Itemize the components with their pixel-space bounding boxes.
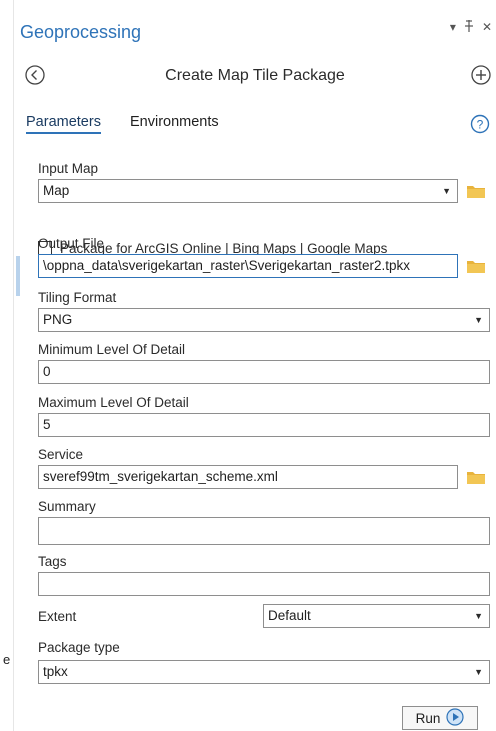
left-edge-strip: e bbox=[0, 0, 14, 731]
input-map-label: Input Map bbox=[38, 161, 99, 176]
package-type-select[interactable]: tpkx ▼ bbox=[38, 660, 490, 684]
pane-title: Geoprocessing bbox=[20, 22, 142, 42]
add-icon[interactable] bbox=[470, 64, 492, 86]
tab-parameters[interactable]: Parameters bbox=[26, 114, 101, 134]
output-file-input[interactable]: \oppna_data\sverigekartan_raster\Sverige… bbox=[38, 254, 458, 278]
extent-select[interactable]: Default ▼ bbox=[263, 604, 490, 628]
min-lod-label: Minimum Level Of Detail bbox=[38, 342, 186, 357]
run-button[interactable]: Run bbox=[402, 706, 478, 730]
extent-label: Extent bbox=[38, 609, 77, 624]
input-map-value: Map bbox=[43, 183, 70, 198]
package-type-label: Package type bbox=[38, 640, 120, 655]
focus-marker bbox=[16, 256, 20, 296]
pane-menu-icon[interactable]: ▾ bbox=[450, 20, 456, 35]
max-lod-value: 5 bbox=[43, 417, 51, 432]
min-lod-input[interactable]: 0 bbox=[38, 360, 490, 384]
pin-icon[interactable] bbox=[464, 20, 474, 35]
close-icon[interactable]: ✕ bbox=[482, 20, 492, 35]
summary-input[interactable] bbox=[38, 517, 490, 545]
tags-input[interactable] bbox=[38, 572, 490, 596]
tool-tabs: Parameters Environments ? bbox=[14, 108, 496, 140]
package-type-value: tpkx bbox=[43, 664, 68, 679]
tiling-format-label: Tiling Format bbox=[38, 290, 117, 305]
max-lod-input[interactable]: 5 bbox=[38, 413, 490, 437]
chevron-down-icon: ▼ bbox=[442, 186, 451, 196]
folder-icon[interactable] bbox=[466, 469, 486, 485]
left-clipped-text: e bbox=[3, 652, 11, 667]
chevron-down-icon: ▼ bbox=[474, 611, 483, 621]
svg-text:?: ? bbox=[477, 118, 484, 132]
tab-environments[interactable]: Environments bbox=[130, 114, 219, 130]
help-icon[interactable]: ? bbox=[470, 114, 490, 134]
run-label: Run bbox=[415, 710, 441, 726]
run-play-icon bbox=[446, 707, 464, 729]
tags-label: Tags bbox=[38, 554, 67, 569]
pane-header: Geoprocessing ▾ ✕ bbox=[14, 10, 496, 46]
extent-value: Default bbox=[268, 608, 311, 623]
tiling-format-select[interactable]: PNG ▼ bbox=[38, 308, 490, 332]
tool-title: Create Map Tile Package bbox=[165, 67, 345, 84]
service-label: Service bbox=[38, 447, 84, 462]
pane-controls: ▾ ✕ bbox=[450, 20, 492, 35]
input-map-select[interactable]: Map ▼ bbox=[38, 179, 458, 203]
max-lod-label: Maximum Level Of Detail bbox=[38, 395, 189, 410]
chevron-down-icon: ▼ bbox=[474, 315, 483, 325]
tiling-format-value: PNG bbox=[43, 312, 73, 327]
output-file-value: \oppna_data\sverigekartan_raster\Sverige… bbox=[43, 258, 410, 273]
chevron-down-icon: ▼ bbox=[474, 667, 483, 677]
service-input[interactable]: sveref99tm_sverigekartan_scheme.xml bbox=[38, 465, 458, 489]
geoprocessing-pane: e Geoprocessing ▾ ✕ Create Map Tile Pack… bbox=[0, 0, 496, 731]
tool-header: Create Map Tile Package bbox=[14, 60, 496, 92]
service-value: sveref99tm_sverigekartan_scheme.xml bbox=[43, 469, 278, 484]
min-lod-value: 0 bbox=[43, 364, 51, 379]
output-file-label: Output File bbox=[38, 236, 105, 251]
folder-icon[interactable] bbox=[466, 258, 486, 274]
summary-label: Summary bbox=[38, 499, 96, 514]
folder-icon[interactable] bbox=[466, 183, 486, 199]
